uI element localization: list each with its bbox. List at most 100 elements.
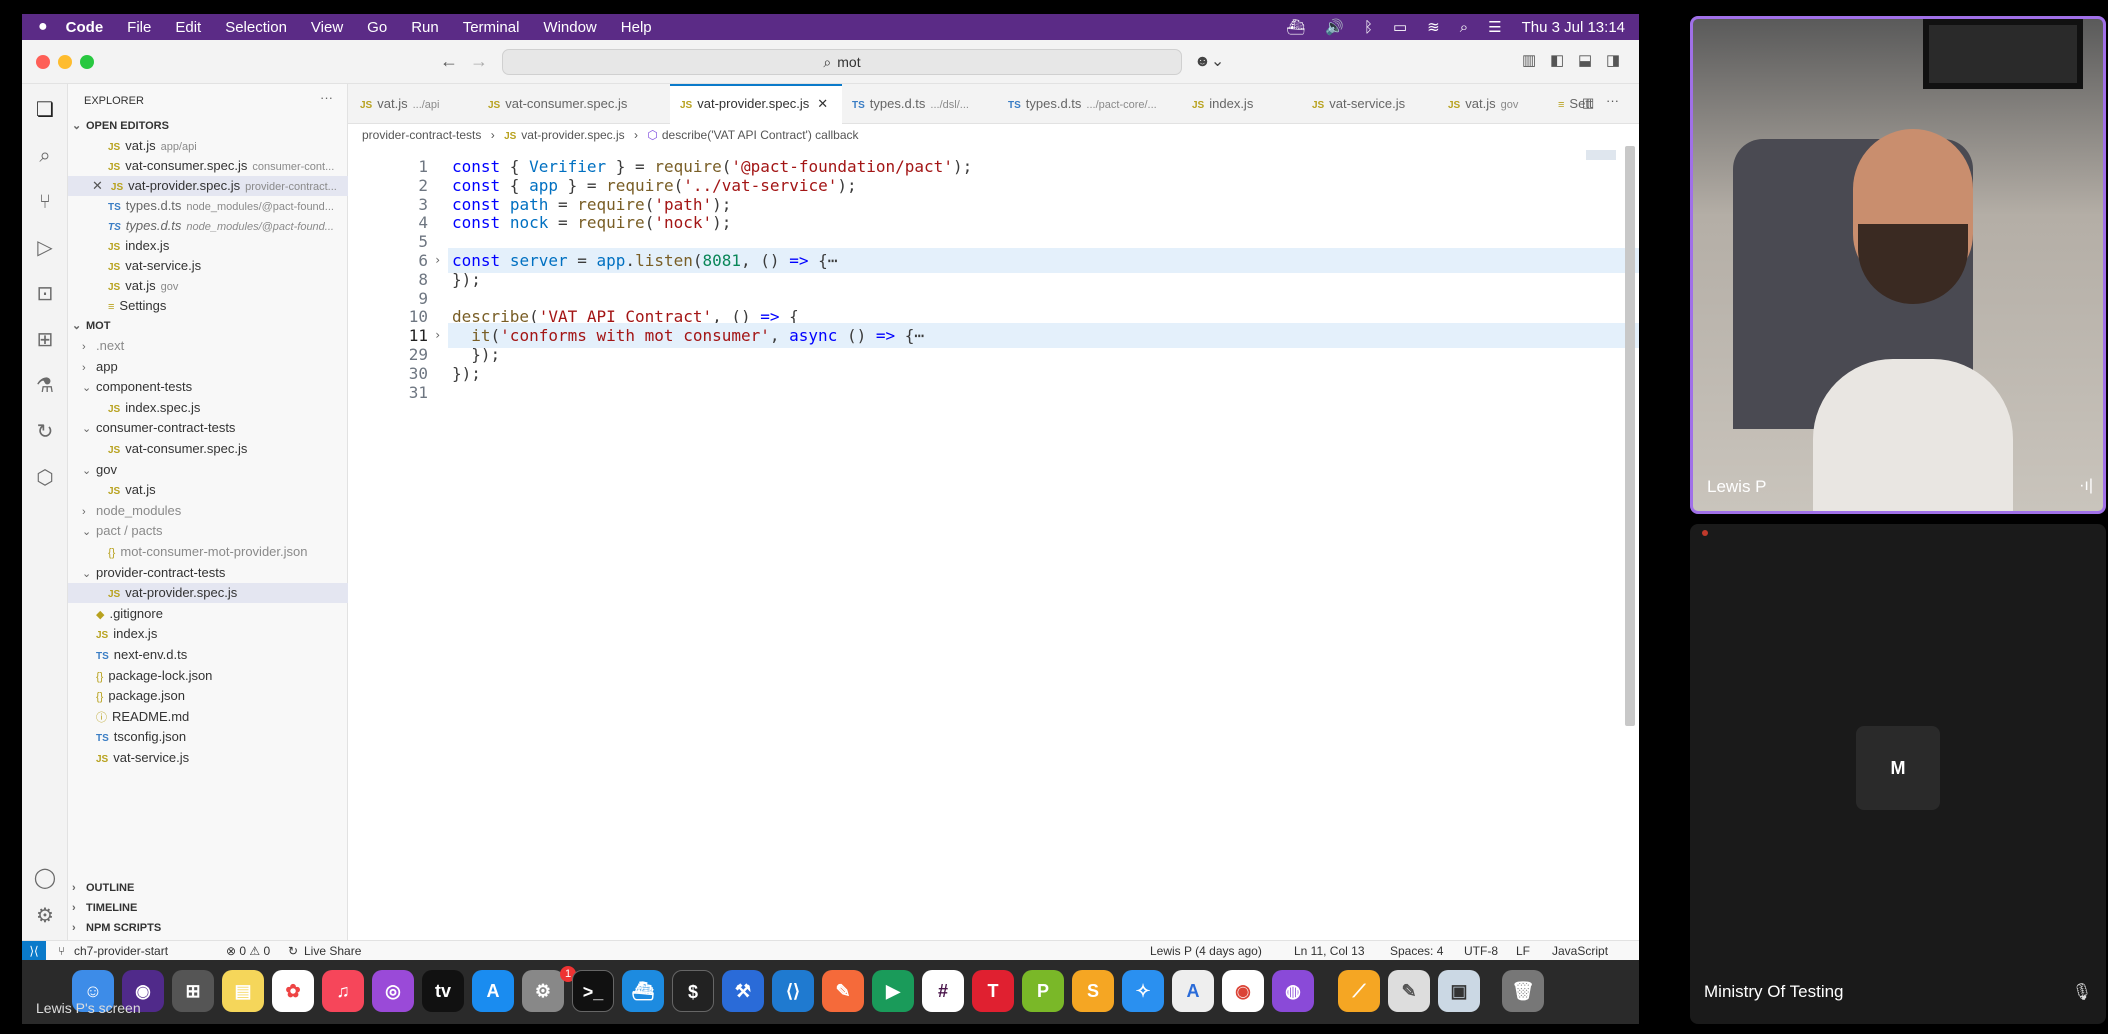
- spotlight-icon[interactable]: ⌕: [1460, 19, 1468, 36]
- minimap[interactable]: [1586, 150, 1616, 160]
- bluetooth-icon[interactable]: ᛒ: [1364, 19, 1373, 36]
- iterm-icon[interactable]: $: [672, 970, 714, 1012]
- open-editor-item[interactable]: ≡ Settings: [68, 296, 348, 316]
- extensions-icon[interactable]: ⊞: [33, 328, 57, 352]
- open-editor-item[interactable]: JS index.js: [68, 236, 348, 256]
- split-editor-icon[interactable]: ◫: [1582, 95, 1594, 111]
- tree-file[interactable]: TS next-env.d.ts: [68, 645, 348, 665]
- open-editor-item[interactable]: JS vat.js gov: [68, 276, 348, 296]
- indentation[interactable]: Spaces: 4: [1390, 941, 1443, 961]
- sublime-icon[interactable]: ⟋: [1338, 970, 1380, 1012]
- apple-icon[interactable]: ●: [38, 18, 48, 36]
- code-editor[interactable]: 1 const { Verifier } = require('@pact-fou…: [348, 146, 1639, 940]
- testing-icon[interactable]: ⚗: [33, 374, 57, 398]
- menu-app-name[interactable]: Code: [66, 19, 104, 36]
- open-editor-item[interactable]: JS vat-consumer.spec.js consumer-cont...: [68, 156, 348, 176]
- open-editor-item[interactable]: JS vat-service.js: [68, 256, 348, 276]
- tab-vat-provider-spec[interactable]: JS vat-provider.spec.js ✕: [670, 84, 842, 124]
- trash-icon[interactable]: 🗑: [1502, 970, 1544, 1012]
- zoom-window-button[interactable]: [80, 55, 94, 69]
- battery-icon[interactable]: ▭: [1393, 18, 1407, 36]
- tree-folder[interactable]: ⌄ component-tests: [68, 377, 348, 397]
- slack-icon[interactable]: #: [922, 970, 964, 1012]
- timeline-section[interactable]: › TIMELINE: [68, 898, 348, 918]
- docker-icon[interactable]: ⛴: [1286, 18, 1305, 36]
- breadcrumb-symbol[interactable]: describe('VAT API Contract') callback: [662, 128, 859, 142]
- tree-file[interactable]: ⓘ README.md: [68, 707, 348, 727]
- control-center-icon[interactable]: ☰: [1488, 18, 1501, 36]
- open-editor-item[interactable]: TS types.d.ts node_modules/@pact-found...: [68, 216, 348, 236]
- google-meet-icon[interactable]: ▶: [872, 970, 914, 1012]
- code-line[interactable]: const server = app.listen(8081, () => {⋯: [452, 248, 837, 273]
- wifi-icon[interactable]: ≋: [1427, 18, 1440, 36]
- remote-icon[interactable]: ⟩⟨: [22, 941, 46, 961]
- search-view-icon[interactable]: ⌕: [33, 144, 57, 168]
- open-editor-item[interactable]: TS types.d.ts node_modules/@pact-found...: [68, 196, 348, 216]
- fold-chevron-icon[interactable]: ›: [434, 248, 441, 273]
- menu-go[interactable]: Go: [367, 19, 387, 36]
- tree-file[interactable]: JS index.js: [68, 624, 348, 644]
- music-icon[interactable]: ♫: [322, 970, 364, 1012]
- volume-icon[interactable]: 🔊: [1325, 18, 1344, 36]
- xcode-icon[interactable]: ⚒: [722, 970, 764, 1012]
- t-app-icon[interactable]: T: [972, 970, 1014, 1012]
- textedit-icon[interactable]: ✎: [1388, 970, 1430, 1012]
- tab-vat-gov[interactable]: JS vat.js gov: [1448, 84, 1518, 124]
- tab-types-pact-core[interactable]: TS types.d.ts .../pact-core/...: [1008, 84, 1157, 124]
- p-app-icon[interactable]: P: [1022, 970, 1064, 1012]
- tree-folder[interactable]: ⌄ gov: [68, 460, 348, 480]
- tree-file[interactable]: JS vat-consumer.spec.js: [68, 439, 348, 459]
- terminal-icon[interactable]: >_: [572, 970, 614, 1012]
- docker-icon[interactable]: ⛴: [622, 970, 664, 1012]
- encoding[interactable]: UTF-8: [1464, 941, 1498, 961]
- photos-icon[interactable]: ✿: [272, 970, 314, 1012]
- toggle-sidebar-icon[interactable]: ◧: [1550, 51, 1564, 69]
- containers-icon[interactable]: ⬡: [33, 466, 57, 490]
- close-icon[interactable]: ✕: [817, 96, 828, 111]
- tree-folder[interactable]: › node_modules: [68, 501, 348, 521]
- tree-folder[interactable]: ⌄ consumer-contract-tests: [68, 418, 348, 438]
- code-line[interactable]: });: [452, 267, 481, 292]
- s-app-icon[interactable]: S: [1072, 970, 1114, 1012]
- explorer-icon[interactable]: ❏: [33, 98, 57, 122]
- menu-edit[interactable]: Edit: [175, 19, 201, 36]
- problems-count[interactable]: ⊗ 0 ⚠ 0: [226, 941, 270, 961]
- open-editor-item[interactable]: JS vat.js app/api: [68, 136, 348, 156]
- account-icon[interactable]: ◯: [33, 866, 57, 890]
- menu-run[interactable]: Run: [411, 19, 439, 36]
- tab-types-dsl[interactable]: TS types.d.ts .../dsl/...: [852, 84, 969, 124]
- tree-file[interactable]: JS vat-service.js: [68, 748, 348, 768]
- tree-file[interactable]: {} mot-consumer-mot-provider.json: [68, 542, 348, 562]
- app-store-icon[interactable]: A: [472, 970, 514, 1012]
- menu-file[interactable]: File: [127, 19, 151, 36]
- editor-more-icon[interactable]: ···: [1606, 93, 1619, 108]
- fold-chevron-icon[interactable]: ›: [434, 323, 441, 348]
- code-line[interactable]: const nock = require('nock');: [452, 210, 731, 235]
- participant-tile-ministry[interactable]: M Ministry Of Testing 🎙: [1690, 524, 2106, 1024]
- close-window-button[interactable]: [36, 55, 50, 69]
- open-editors-header[interactable]: ⌄ OPEN EDITORS: [68, 116, 348, 136]
- tree-file[interactable]: {} package.json: [68, 686, 348, 706]
- apple-tv-icon[interactable]: tv: [422, 970, 464, 1012]
- menu-help[interactable]: Help: [621, 19, 652, 36]
- minimize-window-button[interactable]: [58, 55, 72, 69]
- tree-folder[interactable]: ⌄ pact / pacts: [68, 521, 348, 541]
- close-icon[interactable]: ✕: [92, 178, 103, 193]
- safari-icon[interactable]: ✧: [1122, 970, 1164, 1012]
- tree-folder[interactable]: › .next: [68, 336, 348, 356]
- remote-explorer-icon[interactable]: ⊡: [33, 282, 57, 306]
- editor-scrollbar[interactable]: [1625, 146, 1635, 726]
- outline-section[interactable]: › OUTLINE: [68, 878, 348, 898]
- launchpad-icon[interactable]: ⊞: [172, 970, 214, 1012]
- toggle-panel-icon[interactable]: ⬓: [1578, 51, 1592, 69]
- tree-file[interactable]: ◆ .gitignore: [68, 604, 348, 624]
- vscode-icon[interactable]: ⟨⟩: [772, 970, 814, 1012]
- source-control-icon[interactable]: ⑂: [33, 190, 57, 214]
- more-actions-icon[interactable]: ···: [320, 90, 333, 105]
- command-center-search[interactable]: ⌕ mot: [502, 49, 1182, 75]
- open-editor-item-active[interactable]: ✕ JS vat-provider.spec.js provider-contract…: [68, 176, 348, 196]
- breadcrumb-folder[interactable]: provider-contract-tests: [362, 128, 481, 142]
- menu-selection[interactable]: Selection: [225, 19, 287, 36]
- toggle-secondary-sidebar-icon[interactable]: ◨: [1606, 51, 1620, 69]
- run-debug-icon[interactable]: ▷: [33, 236, 57, 260]
